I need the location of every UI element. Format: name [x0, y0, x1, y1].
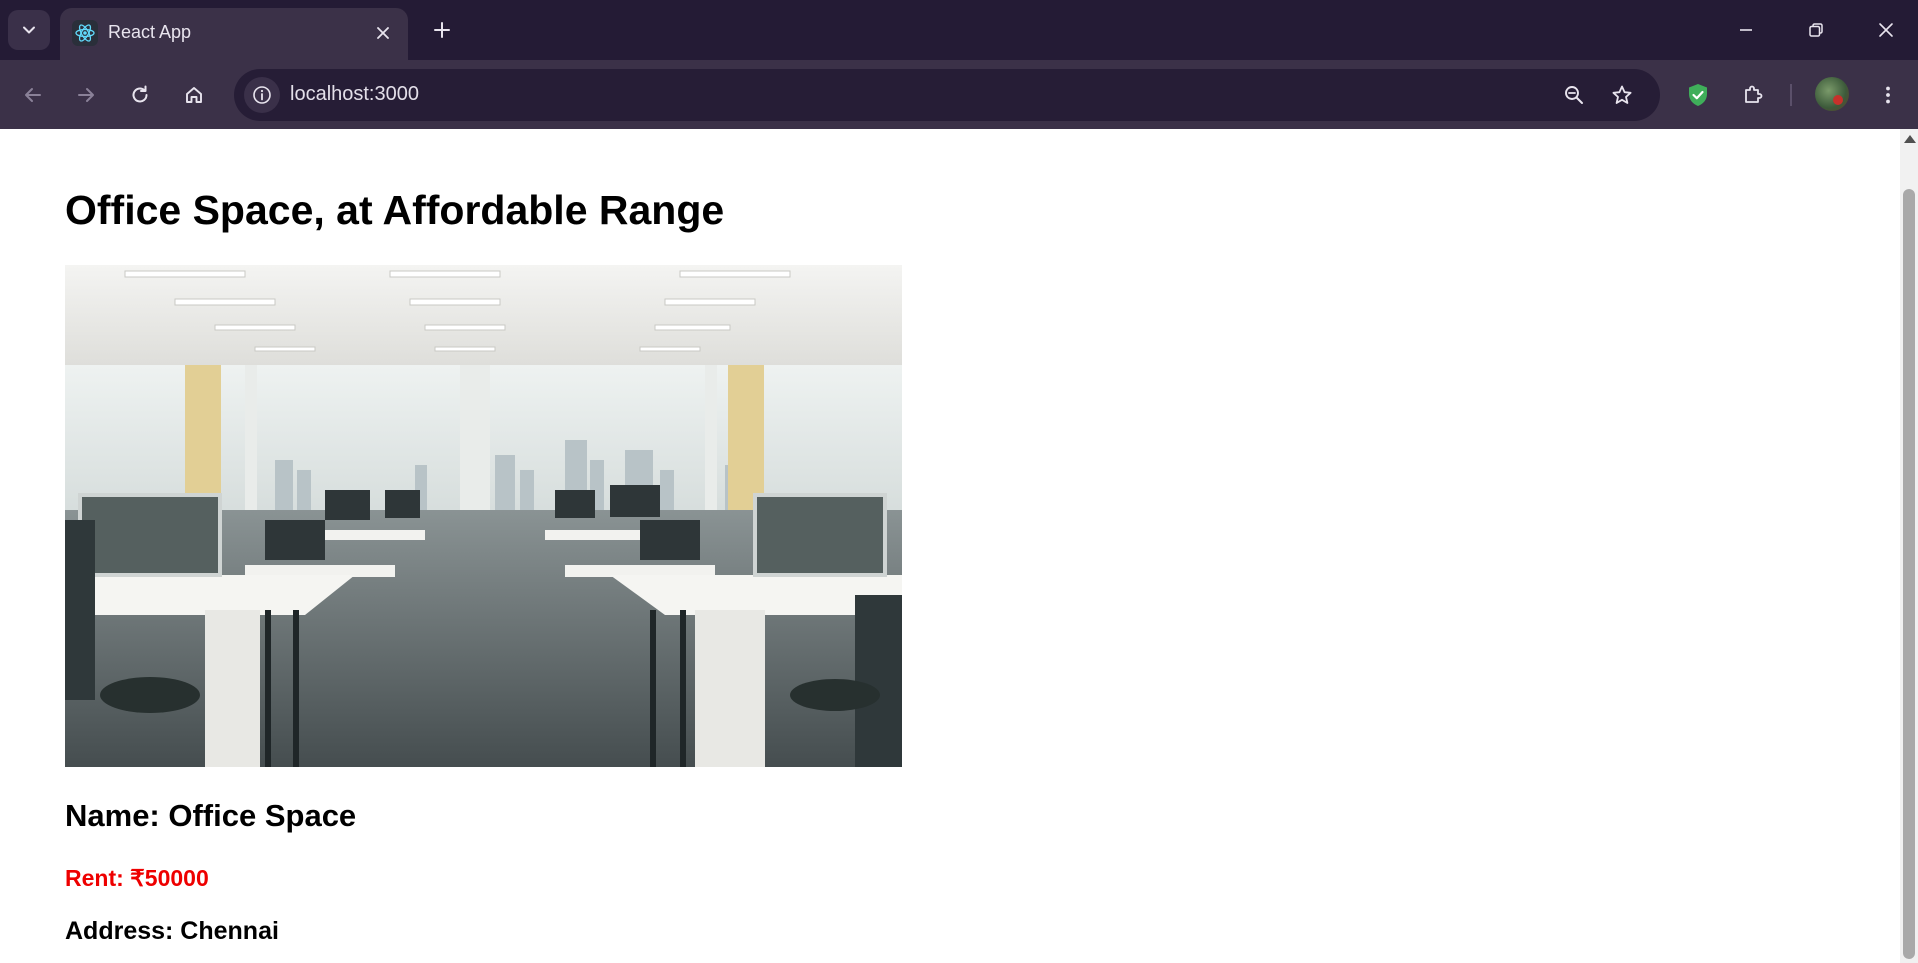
puzzle-icon — [1745, 85, 1763, 103]
arrow-right-icon — [78, 88, 94, 102]
home-icon — [186, 87, 202, 103]
browser-toolbar: localhost:3000 — [0, 60, 1918, 129]
new-tab-button[interactable] — [424, 12, 460, 48]
shield-check-icon — [1689, 84, 1707, 106]
close-window-button[interactable] — [1858, 8, 1914, 52]
forward-button[interactable] — [67, 76, 105, 114]
tab-title: React App — [108, 22, 192, 42]
back-button[interactable] — [14, 76, 52, 114]
plus-icon — [434, 22, 450, 38]
browser-tab-strip: React App — [0, 0, 1918, 60]
close-icon — [377, 27, 389, 39]
scroll-up-arrow[interactable] — [1904, 135, 1916, 143]
office-address: Address: Chennai — [65, 917, 279, 945]
office-rent: Rent: ₹50000 — [65, 865, 209, 891]
shield-extension-button[interactable] — [1679, 76, 1717, 114]
zoom-button[interactable] — [1556, 77, 1592, 113]
minimize-icon — [1740, 29, 1752, 31]
scroll-thumb[interactable] — [1903, 189, 1915, 959]
reload-button[interactable] — [121, 76, 159, 114]
star-icon — [1612, 85, 1632, 104]
close-icon — [1879, 23, 1893, 37]
tab-close-button[interactable] — [370, 20, 396, 46]
home-button[interactable] — [175, 76, 213, 114]
info-icon — [253, 86, 271, 104]
page-title: Office Space, at Affordable Range — [65, 187, 725, 233]
address-bar[interactable]: localhost:3000 — [234, 69, 1660, 121]
tab-react-app[interactable]: React App — [60, 8, 408, 60]
restore-icon — [1809, 23, 1823, 37]
extensions-button[interactable] — [1734, 76, 1772, 114]
minimize-button[interactable] — [1718, 8, 1774, 52]
arrow-left-icon — [25, 88, 41, 102]
page-viewport: Office Space, at Affordable Range Name: … — [0, 129, 1918, 963]
office-name: Name: Office Space — [65, 798, 357, 833]
chevron-down-icon — [23, 26, 35, 34]
office-image — [65, 265, 902, 767]
zoom-out-icon — [1565, 86, 1583, 104]
vertical-scrollbar[interactable] — [1900, 129, 1918, 963]
bookmark-button[interactable] — [1604, 77, 1640, 113]
avatar[interactable] — [1815, 77, 1849, 111]
restore-button[interactable] — [1788, 8, 1844, 52]
browser-menu-button[interactable] — [1869, 76, 1907, 114]
url-text[interactable]: localhost:3000 — [290, 83, 419, 106]
reload-icon — [132, 85, 148, 103]
kebab-menu-icon — [1886, 86, 1890, 104]
toolbar-divider — [1790, 84, 1792, 106]
tab-search-button[interactable] — [8, 10, 50, 50]
react-atom-icon — [72, 20, 98, 46]
site-info-button[interactable] — [244, 77, 280, 113]
